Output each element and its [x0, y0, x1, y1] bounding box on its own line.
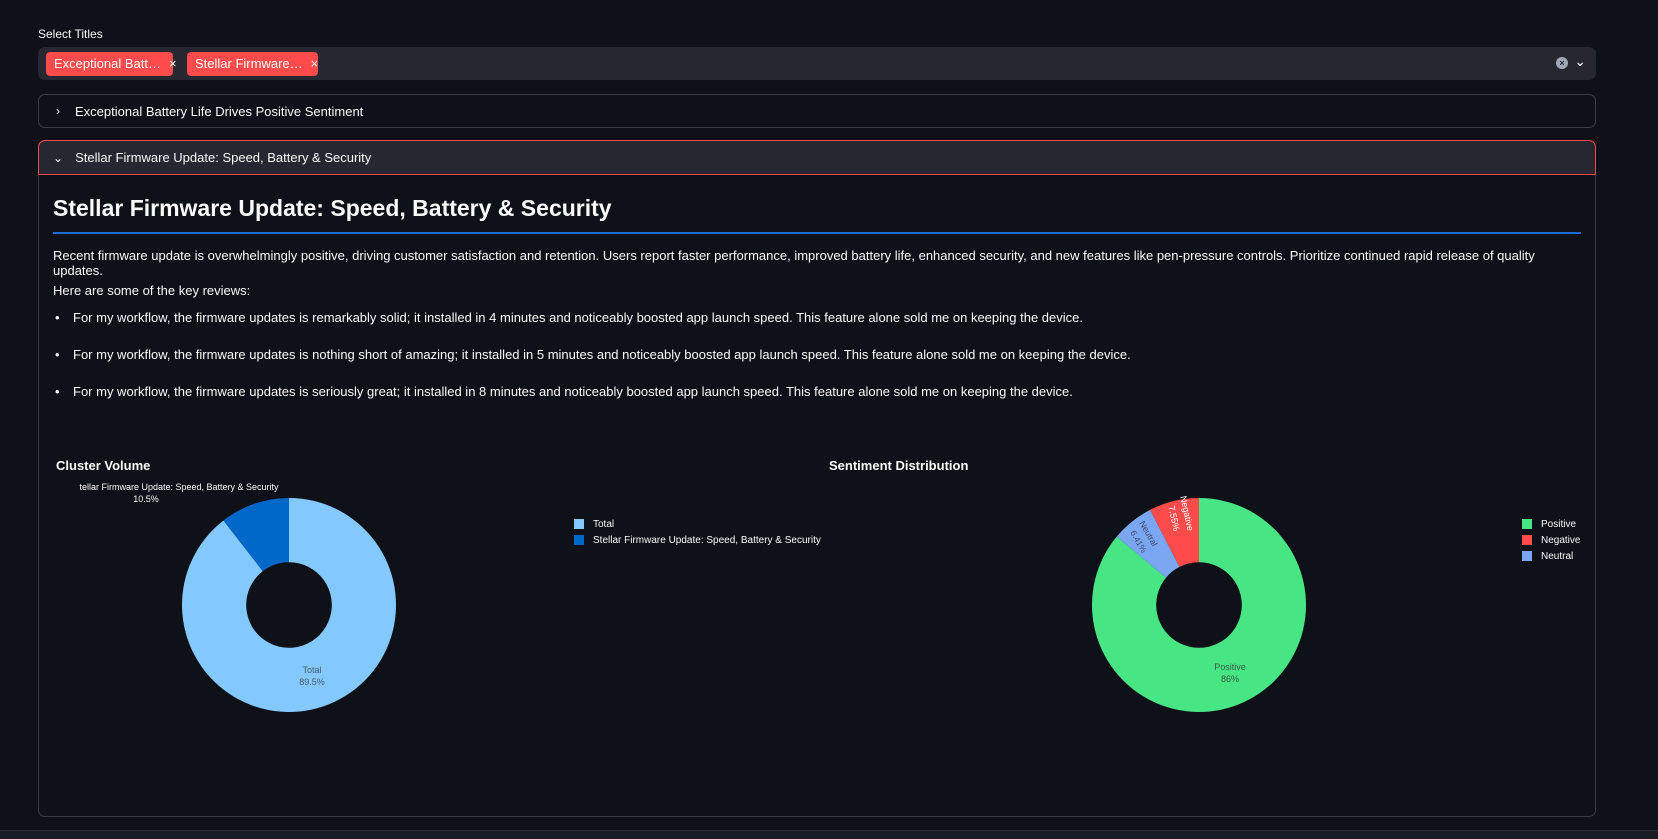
reviews-list: For my workflow, the firmware updates is… [53, 309, 1131, 420]
chip-label: Exceptional Batt… [54, 56, 161, 71]
expander-stellar-firmware[interactable]: ⌄ Stellar Firmware Update: Speed, Batter… [38, 140, 1596, 175]
legend-item-negative[interactable]: Negative [1522, 532, 1580, 548]
legend-label: Total [593, 518, 615, 530]
chip-label: Stellar Firmware… [195, 56, 303, 71]
cluster-volume-legend: Total Stellar Firmware Update: Speed, Ba… [574, 516, 821, 548]
legend-label: Neutral [1541, 550, 1574, 562]
key-reviews-label: Here are some of the key reviews: [53, 283, 251, 298]
legend-swatch [1522, 535, 1532, 545]
review-item: For my workflow, the firmware updates is… [53, 383, 1131, 420]
titles-multiselect[interactable]: Exceptional Batt… × Stellar Firmware… × … [38, 47, 1596, 80]
legend-swatch [574, 519, 584, 529]
legend-item-positive[interactable]: Positive [1522, 516, 1580, 532]
legend-item-neutral[interactable]: Neutral [1522, 548, 1580, 564]
sentiment-distribution-chart: Positive86%Neutral6.41%Negative7.55% [1092, 495, 1306, 712]
chevron-down-icon: ⌄ [53, 150, 64, 165]
legend-label: Positive [1541, 518, 1577, 530]
cluster-volume-chart: Total 89.5% tellar Firmware Update: Speed,… [79, 482, 396, 712]
expander-exceptional-battery[interactable]: › Exceptional Battery Life Drives Positi… [38, 94, 1596, 128]
review-item: For my workflow, the firmware updates is… [53, 309, 1131, 346]
slice-percent-cluster: 10.5% [133, 494, 159, 504]
legend-label: Stellar Firmware Update: Speed, Battery … [593, 534, 821, 546]
legend-swatch [1522, 551, 1532, 561]
chip-remove-icon[interactable]: × [311, 52, 319, 76]
chart-title-sentiment: Sentiment Distribution [829, 458, 969, 473]
sentiment-legend: Positive Negative Neutral [1522, 516, 1580, 564]
slice-label-cluster: tellar Firmware Update: Speed, Battery &… [79, 482, 279, 492]
expander-title: Exceptional Battery Life Drives Positive… [75, 103, 364, 119]
slice-percent-total: 89.5% [299, 677, 325, 687]
section-heading: Stellar Firmware Update: Speed, Battery … [53, 195, 1581, 234]
legend-item-total[interactable]: Total [574, 516, 821, 532]
chart-title-cluster-volume: Cluster Volume [56, 458, 151, 473]
review-item: For my workflow, the firmware updates is… [53, 346, 1131, 383]
legend-swatch [1522, 519, 1532, 529]
legend-item-cluster[interactable]: Stellar Firmware Update: Speed, Battery … [574, 532, 821, 548]
chip-remove-icon[interactable]: × [169, 52, 177, 76]
summary-text: Recent firmware update is overwhelmingly… [53, 248, 1535, 278]
chip-exceptional-battery: Exceptional Batt… × [46, 52, 177, 76]
chevron-right-icon: › [56, 104, 60, 118]
chevron-down-icon[interactable]: ⌄ [1574, 53, 1586, 70]
slice-label-positive: Positive [1214, 662, 1246, 672]
clear-all-icon[interactable]: × [1556, 57, 1568, 69]
chip-stellar-firmware: Stellar Firmware… × [187, 52, 318, 76]
expander-content: Stellar Firmware Update: Speed, Battery … [38, 175, 1596, 817]
slice-percent-positive: 86% [1221, 674, 1239, 684]
select-titles-label: Select Titles [38, 27, 103, 41]
legend-label: Negative [1541, 534, 1581, 546]
slice-label-total: Total [302, 665, 321, 675]
expander-title: Stellar Firmware Update: Speed, Battery … [75, 150, 372, 165]
legend-swatch [574, 535, 584, 545]
